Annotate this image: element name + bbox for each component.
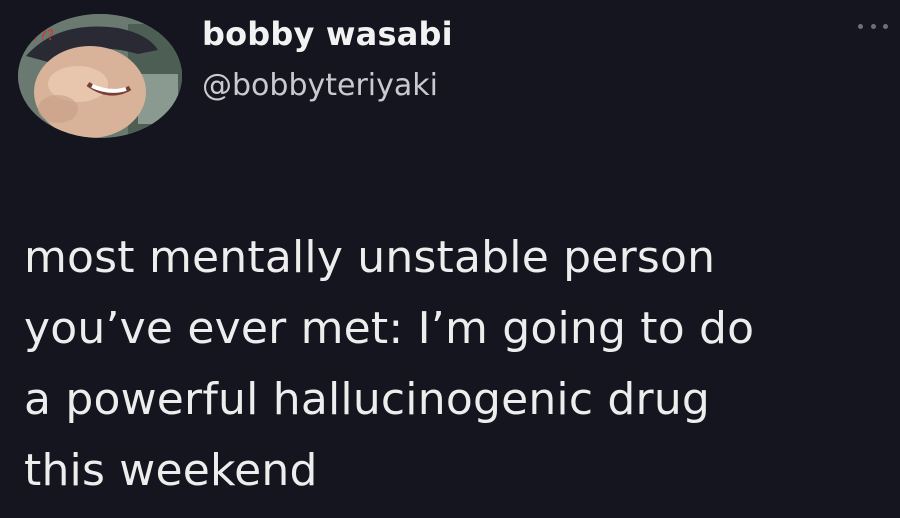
avatar-caption: ??? bbox=[32, 28, 54, 44]
tweet-card: ??? bobby wasabi @bobbyteriyaki most men… bbox=[0, 0, 900, 518]
author-handle[interactable]: @bobbyteriyaki bbox=[202, 66, 438, 106]
author-display-name[interactable]: bobby wasabi bbox=[202, 14, 453, 54]
dot bbox=[870, 23, 876, 29]
tweet-text-line: this weekend bbox=[24, 445, 318, 496]
dot bbox=[883, 23, 888, 29]
tweet-text-line: a powerful hallucinogenic drug bbox=[24, 374, 711, 425]
dot bbox=[858, 23, 863, 29]
avatar[interactable]: ??? bbox=[18, 14, 182, 138]
more-options-icon[interactable] bbox=[858, 16, 888, 36]
avatar-photo: ??? bbox=[18, 14, 182, 138]
tweet-text-line: you’ve ever met: I’m going to do bbox=[24, 303, 755, 354]
tweet-text: most mentally unstable person you’ve eve… bbox=[24, 222, 894, 506]
tweet-text-line: most mentally unstable person bbox=[24, 232, 716, 283]
